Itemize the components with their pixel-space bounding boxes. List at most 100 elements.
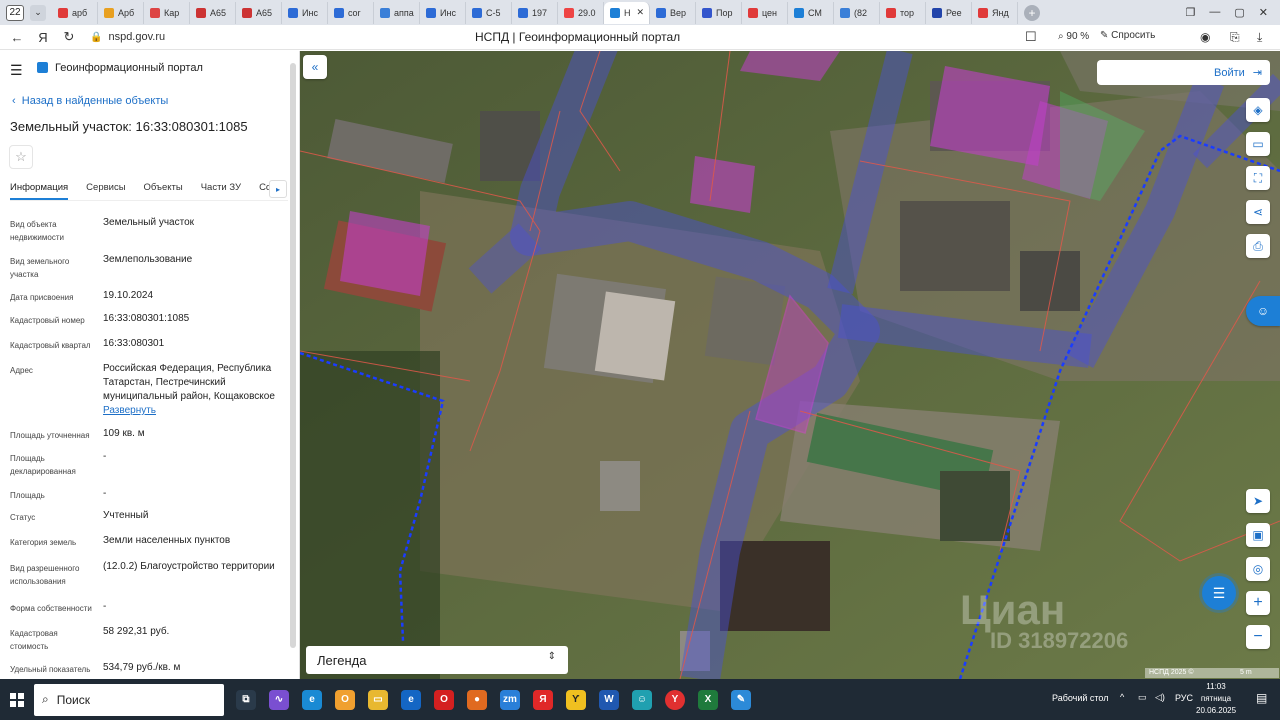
excel-icon[interactable]: X bbox=[698, 689, 718, 710]
browser-tab[interactable]: СМ bbox=[788, 1, 834, 24]
back-arrow-icon[interactable]: ← bbox=[8, 30, 26, 45]
tab-favicon-icon bbox=[932, 7, 942, 18]
browser-tab[interactable]: тор bbox=[880, 1, 926, 24]
browser-tab[interactable]: 29.0 bbox=[558, 1, 604, 24]
restore-icon[interactable]: ❐ bbox=[1186, 6, 1196, 19]
browser-tab[interactable]: Инс bbox=[282, 1, 328, 24]
tabs-scroll-right-icon[interactable]: ▸ bbox=[269, 180, 287, 198]
zoom-app-icon[interactable]: zm bbox=[500, 689, 520, 710]
collapse-panel-icon[interactable]: « bbox=[303, 55, 327, 79]
browser-tab[interactable]: Пор bbox=[696, 1, 742, 24]
ie-icon[interactable]: e bbox=[401, 689, 421, 710]
new-tab-button[interactable]: + bbox=[1024, 4, 1040, 21]
tab-favicon-icon bbox=[58, 7, 68, 18]
zoom-out-button[interactable]: − bbox=[1246, 625, 1270, 649]
browser-tab[interactable]: Кар bbox=[144, 1, 190, 24]
browser-tab[interactable]: Н ✕ bbox=[604, 1, 650, 24]
panel-tab[interactable]: Сервисы bbox=[86, 179, 125, 200]
browser-tab[interactable]: цен bbox=[742, 1, 788, 24]
browser-tab[interactable]: А65 bbox=[236, 1, 282, 24]
scale-credit: НСПД 2025 © bbox=[1149, 669, 1194, 676]
app2-icon[interactable]: ☺ bbox=[632, 689, 652, 710]
taskbar-search[interactable]: ⌕ Поиск bbox=[34, 683, 224, 716]
opera-icon[interactable]: O bbox=[434, 689, 454, 710]
firefox-icon[interactable]: ● bbox=[467, 689, 487, 710]
browser-tab[interactable]: Инс bbox=[420, 1, 466, 24]
map-view[interactable]: « Войти ⇥ ◈ ▭ ⛶ ⋖ ⎙ ☺ ➤ ▣ ◎ + − ☰ Циан ID … bbox=[300, 51, 1280, 679]
yandex-icon[interactable]: Я bbox=[34, 30, 52, 45]
back-to-results-link[interactable]: ‹ Назад в найденные объекты bbox=[12, 95, 168, 107]
yandex-market-icon[interactable]: Ƴ bbox=[566, 689, 586, 710]
reload-icon[interactable]: ↻ bbox=[60, 29, 78, 45]
panel-tab[interactable]: Объекты bbox=[144, 179, 183, 200]
panel-scrollbar[interactable] bbox=[290, 63, 296, 648]
tab-list-chevron-icon[interactable]: ⌄ bbox=[30, 4, 46, 21]
legend-dropdown[interactable]: Легенда ⇕ bbox=[306, 646, 568, 674]
network-icon[interactable]: ▭ bbox=[1138, 692, 1147, 703]
panel-tab[interactable]: Информация bbox=[10, 179, 69, 200]
desktop-label[interactable]: Рабочий стол bbox=[1052, 693, 1109, 703]
panel-tabs: ИнформацияСервисыОбъектыЧасти ЗУСост bbox=[10, 179, 288, 201]
bookmark-icon[interactable]: ☐ bbox=[1025, 29, 1037, 45]
download-icon[interactable]: ⤓ bbox=[1257, 30, 1262, 45]
info-panel: ☰ Геоинформационный портал ‹ Назад в най… bbox=[0, 51, 300, 679]
browser-tab[interactable]: Арб bbox=[98, 1, 144, 24]
word-icon[interactable]: W bbox=[599, 689, 619, 710]
extension-icon[interactable]: ◉ bbox=[1200, 30, 1210, 44]
notifications-icon[interactable]: ▤ bbox=[1256, 691, 1267, 705]
browser-tab[interactable]: арб bbox=[52, 1, 98, 24]
ask-button[interactable]: ✎ Спросить bbox=[1100, 30, 1155, 41]
tab-favicon-icon bbox=[472, 7, 482, 18]
share-icon[interactable]: ⋖ bbox=[1246, 200, 1270, 224]
layers-icon[interactable]: ◈ bbox=[1246, 98, 1270, 122]
tab-label: Вер bbox=[670, 7, 687, 18]
windows-start-icon[interactable] bbox=[10, 692, 24, 707]
browser-tab[interactable]: аппа bbox=[374, 1, 420, 24]
yandex-browser-icon[interactable]: Я bbox=[533, 689, 553, 710]
minimap-icon[interactable]: ▣ bbox=[1246, 523, 1270, 547]
chat-bubble-icon[interactable]: ☰ bbox=[1202, 576, 1236, 610]
tab-count-badge[interactable]: 22 bbox=[6, 4, 24, 21]
login-button[interactable]: Войти ⇥ bbox=[1097, 60, 1270, 85]
url-field[interactable]: nspd.gov.ru bbox=[108, 31, 165, 43]
select-area-icon[interactable]: ⛶ bbox=[1246, 166, 1270, 190]
print-icon[interactable]: ⎙ bbox=[1246, 234, 1270, 258]
geolocation-icon[interactable]: ◎ bbox=[1246, 557, 1270, 581]
browser-tab[interactable]: Вер bbox=[650, 1, 696, 24]
tray-chevron-icon[interactable]: ^ bbox=[1120, 692, 1124, 702]
volume-icon[interactable]: ◁) bbox=[1155, 692, 1165, 703]
file-explorer-icon[interactable]: ▭ bbox=[368, 689, 388, 710]
minimize-icon[interactable]: — bbox=[1209, 6, 1220, 19]
hamburger-menu-icon[interactable]: ☰ bbox=[10, 62, 23, 79]
downloads-icon[interactable]: ⎘ bbox=[1230, 30, 1240, 45]
yandex-icon[interactable]: Y bbox=[665, 689, 685, 710]
browser-tab[interactable]: Янд bbox=[972, 1, 1018, 24]
lock-icon[interactable]: 🔒 bbox=[90, 32, 102, 43]
navigate-icon[interactable]: ➤ bbox=[1246, 489, 1270, 513]
app-icon[interactable]: ∿ bbox=[269, 689, 289, 710]
browser-tab[interactable]: cor bbox=[328, 1, 374, 24]
expand-address-link[interactable]: Развернуть bbox=[103, 404, 288, 418]
panel-tab[interactable]: Части ЗУ bbox=[201, 179, 241, 200]
favorite-star-icon[interactable]: ☆ bbox=[9, 145, 33, 169]
outlook-icon[interactable]: O bbox=[335, 689, 355, 710]
browser-tab[interactable]: 197 bbox=[512, 1, 558, 24]
zoom-in-button[interactable]: + bbox=[1246, 591, 1270, 615]
clock[interactable]: 11:03 пятница 20.06.2025 bbox=[1196, 681, 1236, 717]
browser-tab[interactable]: С-5 bbox=[466, 1, 512, 24]
attribute-value: Учтенный bbox=[103, 509, 288, 523]
assistant-icon[interactable]: ☺ bbox=[1246, 296, 1280, 326]
ruler-icon[interactable]: ▭ bbox=[1246, 132, 1270, 156]
browser-tab[interactable]: А65 bbox=[190, 1, 236, 24]
close-icon[interactable]: ✕ bbox=[1259, 6, 1268, 19]
tab-close-icon[interactable]: ✕ bbox=[637, 7, 645, 18]
task-view-icon[interactable]: ⧉ bbox=[236, 689, 256, 710]
zoom-level[interactable]: ⌕ 90 % bbox=[1058, 31, 1089, 42]
browser-tab[interactable]: Рее bbox=[926, 1, 972, 24]
maximize-icon[interactable]: ▢ bbox=[1234, 6, 1244, 19]
language-indicator[interactable]: РУС bbox=[1175, 693, 1193, 703]
paint-icon[interactable]: ✎ bbox=[731, 689, 751, 710]
browser-tab[interactable]: (82 bbox=[834, 1, 880, 24]
object-title: Земельный участок: 16:33:080301:1085 bbox=[10, 119, 248, 134]
edge-icon[interactable]: e bbox=[302, 689, 322, 710]
